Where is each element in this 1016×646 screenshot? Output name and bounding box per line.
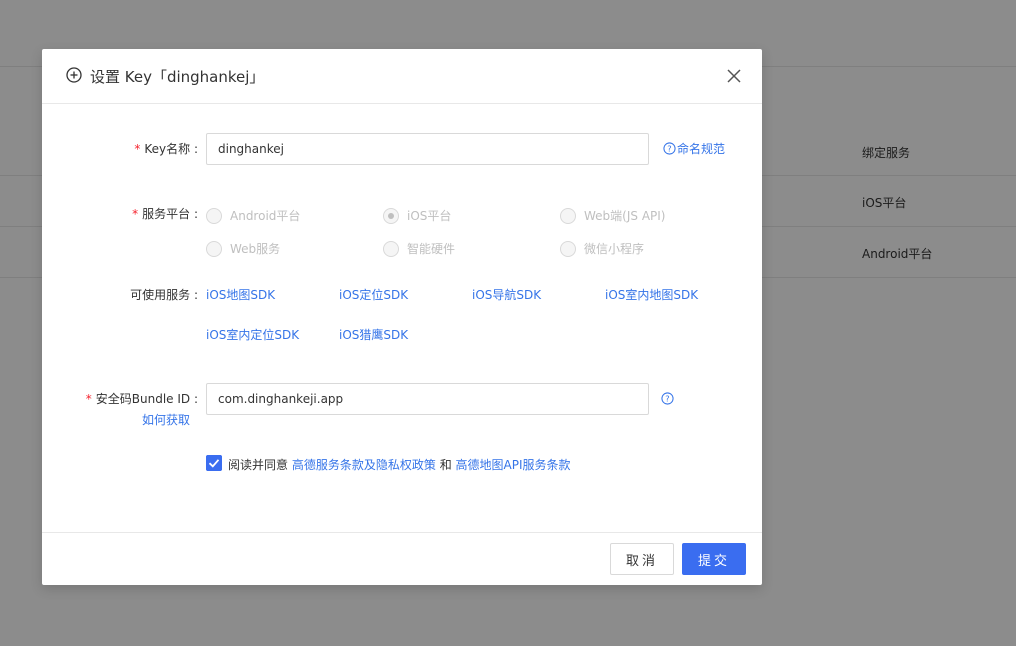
agreement-prefix: 阅读并同意	[228, 458, 289, 472]
radio-circle	[206, 207, 222, 224]
radio-circle	[383, 240, 399, 257]
required-mark: *	[132, 207, 139, 221]
set-key-dialog: 设置 Key「dinghankej」 *Key名称 : ? 命名规范 *服务平台…	[42, 49, 762, 585]
radio-label: Android平台	[230, 209, 301, 223]
naming-rules-link[interactable]: 命名规范	[677, 140, 725, 157]
key-name-label: * Key名称 :	[134, 140, 198, 157]
bundle-id-label: * 安全码Bundle ID :	[86, 390, 198, 407]
key-name-label-text: Key名称 :	[144, 142, 198, 156]
radio-label: 智能硬件	[407, 242, 456, 256]
agreement-text: 阅读并同意 高德服务条款及隐私权政策 和 高德地图API服务条款	[228, 456, 571, 473]
radio-circle	[560, 207, 576, 224]
service-link[interactable]: iOS室内地图SDK	[605, 286, 698, 303]
dialog-title: 设置 Key「dinghankej」	[90, 68, 265, 86]
close-icon[interactable]	[726, 68, 742, 84]
svg-text:?: ?	[665, 394, 669, 404]
service-link[interactable]: iOS导航SDK	[472, 286, 541, 303]
radio-label: iOS平台	[407, 209, 452, 223]
service-terms-link[interactable]: 高德服务条款及隐私权政策	[292, 458, 436, 472]
radio-android[interactable]: Android平台	[206, 207, 300, 224]
dialog-footer: 取消 提交	[42, 532, 762, 585]
cancel-button[interactable]: 取消	[610, 543, 674, 575]
required-mark: *	[134, 142, 141, 156]
bundle-id-input[interactable]	[206, 383, 649, 415]
how-to-get-link[interactable]: 如何获取	[142, 411, 190, 428]
radio-circle	[206, 240, 222, 257]
api-terms-link[interactable]: 高德地图API服务条款	[456, 458, 571, 472]
radio-web-service[interactable]: Web服务	[206, 240, 280, 257]
radio-web-js[interactable]: Web端(JS API)	[560, 207, 665, 224]
help-icon[interactable]: ?	[661, 392, 674, 405]
radio-label: Web服务	[230, 242, 281, 256]
radio-wechat-mini[interactable]: 微信小程序	[560, 240, 644, 257]
radio-circle	[560, 240, 576, 257]
services-label: 可使用服务 :	[130, 288, 198, 302]
required-mark: *	[85, 392, 92, 406]
platform-label: * 服务平台 :	[132, 205, 198, 222]
help-icon[interactable]: ?	[663, 142, 676, 155]
submit-button[interactable]: 提交	[682, 543, 746, 575]
dialog-header: 设置 Key「dinghankej」	[42, 49, 762, 104]
service-link[interactable]: iOS室内定位SDK	[206, 326, 299, 343]
radio-circle	[383, 207, 399, 224]
service-link[interactable]: iOS地图SDK	[206, 286, 275, 303]
key-name-input[interactable]	[206, 133, 649, 165]
radio-ios[interactable]: iOS平台	[383, 207, 451, 224]
radio-smart-hardware[interactable]: 智能硬件	[383, 240, 455, 257]
service-link[interactable]: iOS定位SDK	[339, 286, 408, 303]
svg-text:?: ?	[667, 144, 671, 154]
service-link[interactable]: iOS猎鹰SDK	[339, 326, 408, 343]
plus-circle-icon	[66, 67, 82, 83]
platform-label-text: 服务平台 :	[142, 207, 198, 221]
bundle-id-label-text: 安全码Bundle ID :	[95, 392, 198, 406]
agreement-and: 和	[439, 458, 452, 472]
radio-label: Web端(JS API)	[584, 209, 666, 223]
agree-checkbox[interactable]	[206, 455, 222, 471]
radio-label: 微信小程序	[584, 242, 645, 256]
